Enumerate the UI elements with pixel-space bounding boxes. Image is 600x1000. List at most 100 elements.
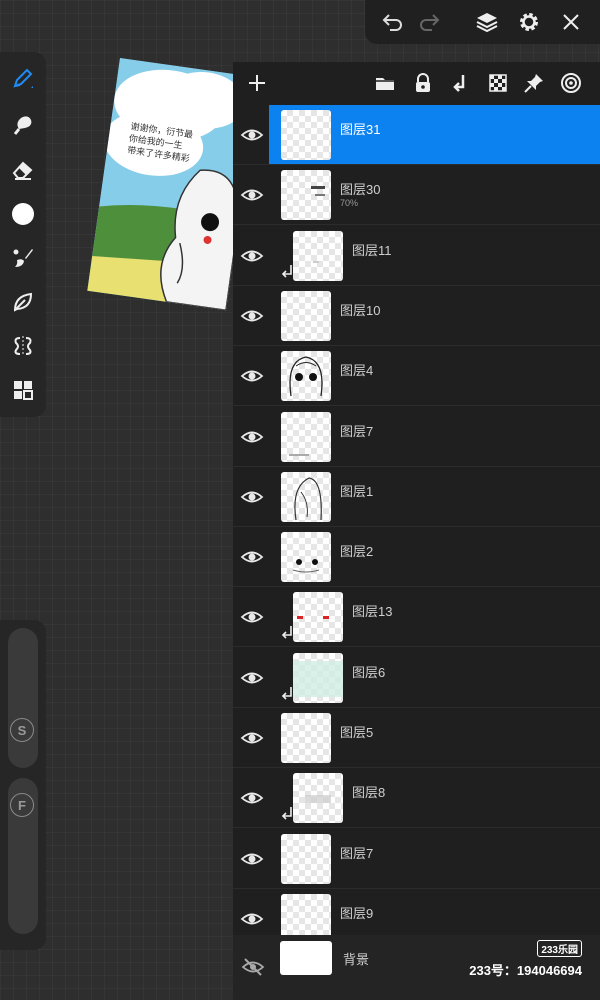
layer-row[interactable]: 图层7 xyxy=(233,407,600,467)
flow-slider[interactable]: F xyxy=(8,778,38,934)
undo-button[interactable] xyxy=(379,8,407,36)
color-circle-icon xyxy=(12,203,34,225)
symmetry-tool[interactable] xyxy=(7,330,39,362)
layer-thumbnail xyxy=(281,893,331,935)
redo-icon xyxy=(420,14,440,31)
layout-tool[interactable] xyxy=(7,374,39,406)
brush-tool[interactable] xyxy=(7,242,39,274)
background-thumbnail xyxy=(280,941,332,975)
reference-button[interactable] xyxy=(558,70,584,96)
close-icon xyxy=(563,14,579,30)
eye-visibility-icon[interactable] xyxy=(240,786,264,810)
eye-visibility-icon[interactable] xyxy=(240,545,264,569)
add-layer-button[interactable] xyxy=(244,70,270,96)
redo-button[interactable] xyxy=(415,8,443,36)
layer-thumbnail xyxy=(281,833,331,884)
pin-button[interactable] xyxy=(521,70,547,96)
layer-thumbnail xyxy=(293,230,343,281)
watermark-logo: 233乐园 xyxy=(537,940,582,957)
settings-gear-icon xyxy=(520,13,538,31)
eye-visibility-icon[interactable] xyxy=(240,847,264,871)
layer-row[interactable]: 图层30 70% xyxy=(233,165,600,226)
eye-visibility-icon[interactable] xyxy=(240,244,264,268)
layers-button[interactable] xyxy=(473,8,501,36)
watermark: 233乐园 233号：194046694 xyxy=(469,940,582,979)
layer-name: 图层1 xyxy=(340,483,374,499)
top-bar xyxy=(365,0,600,44)
smudge-icon xyxy=(13,116,32,135)
clipping-mask-icon xyxy=(281,807,292,820)
flow-slider-handle[interactable]: F xyxy=(10,793,34,817)
layer-row[interactable]: 图层10 xyxy=(233,286,600,346)
layer-name: 图层10 xyxy=(340,302,381,318)
layer-thumbnail xyxy=(281,170,331,221)
layer-name: 图层11 xyxy=(352,242,392,258)
leaf-icon xyxy=(13,292,33,312)
layer-thumbnail xyxy=(293,652,343,703)
eye-visibility-icon[interactable] xyxy=(240,666,264,690)
layer-row[interactable]: 图层4 xyxy=(233,346,600,407)
clipping-mask-icon xyxy=(281,626,292,639)
size-slider[interactable]: S xyxy=(8,628,38,768)
layer-name: 图层7 xyxy=(340,845,374,861)
layer-row[interactable]: 图层8 xyxy=(233,768,600,829)
eye-visibility-icon[interactable] xyxy=(240,183,264,207)
layers-icon xyxy=(476,13,498,33)
watermark-id: 233号：194046694 xyxy=(469,963,582,978)
eye-visibility-icon[interactable] xyxy=(240,605,264,629)
layer-row[interactable]: 图层1 xyxy=(233,467,600,527)
layer-row[interactable]: 图层2 xyxy=(233,527,600,588)
layer-row[interactable]: 图层9 xyxy=(233,889,600,935)
smudge-tool[interactable] xyxy=(7,109,39,141)
add-layer-icon xyxy=(249,75,265,91)
layer-thumbnail xyxy=(293,773,343,824)
pen-tool[interactable] xyxy=(7,62,39,94)
symmetry-icon xyxy=(14,336,32,356)
layer-panel: 图层31 图层30 70% 图层11 图层10 图层4 图层7 图层1 图层2 图层13 图层6 图层… xyxy=(233,62,600,1000)
layer-row[interactable]: 图层13 xyxy=(233,587,600,648)
size-slider-handle[interactable]: S xyxy=(10,718,34,742)
new-folder-button[interactable] xyxy=(372,70,398,96)
clipping-mask-icon xyxy=(281,264,292,278)
layer-thumbnail xyxy=(281,110,331,160)
layer-row[interactable]: 图层5 xyxy=(233,708,600,768)
clipping-mask-icon xyxy=(281,686,292,700)
eye-visibility-icon[interactable] xyxy=(240,726,264,750)
transparency-button[interactable] xyxy=(485,70,511,96)
lock-icon xyxy=(416,73,430,92)
color-picker[interactable] xyxy=(7,198,39,230)
lock-layer-button[interactable] xyxy=(410,70,436,96)
layer-thumbnail xyxy=(281,532,331,583)
eraser-tool[interactable] xyxy=(7,154,39,186)
layer-name: 图层4 xyxy=(340,363,374,379)
layer-row[interactable]: 图层11 xyxy=(233,226,600,286)
layer-thumbnail xyxy=(281,351,331,402)
layer-row[interactable]: 图层7 xyxy=(233,829,600,889)
eye-visibility-icon[interactable] xyxy=(240,364,264,388)
layer-row[interactable]: 图层6 xyxy=(233,648,600,708)
eye-visibility-icon[interactable] xyxy=(240,425,264,449)
close-button[interactable] xyxy=(557,8,585,36)
eye-visibility-icon[interactable] xyxy=(240,123,264,147)
layer-name: 图层6 xyxy=(352,664,386,680)
grid-icon xyxy=(14,381,33,400)
layer-opacity: 70% xyxy=(340,198,359,209)
leaf-tool[interactable] xyxy=(7,286,39,318)
layer-name: 图层31 xyxy=(340,122,381,137)
eye-visibility-icon[interactable] xyxy=(240,304,264,328)
eye-hidden-icon[interactable] xyxy=(241,955,265,979)
merge-down-button[interactable] xyxy=(448,70,474,96)
background-layer-name: 背景 xyxy=(343,952,370,967)
eye-visibility-icon[interactable] xyxy=(240,907,264,931)
eye-visibility-icon[interactable] xyxy=(240,485,264,509)
target-icon xyxy=(561,73,581,93)
checkerboard-icon xyxy=(489,74,507,92)
merge-down-icon xyxy=(453,75,465,92)
layer-name: 图层9 xyxy=(340,905,374,921)
layer-name: 图层13 xyxy=(352,604,393,620)
layer-row[interactable]: 图层31 xyxy=(233,105,600,165)
layer-name: 图层7 xyxy=(340,423,374,439)
layer-thumbnail xyxy=(281,411,331,462)
settings-button[interactable] xyxy=(515,8,543,36)
layer-thumbnail xyxy=(281,290,331,341)
